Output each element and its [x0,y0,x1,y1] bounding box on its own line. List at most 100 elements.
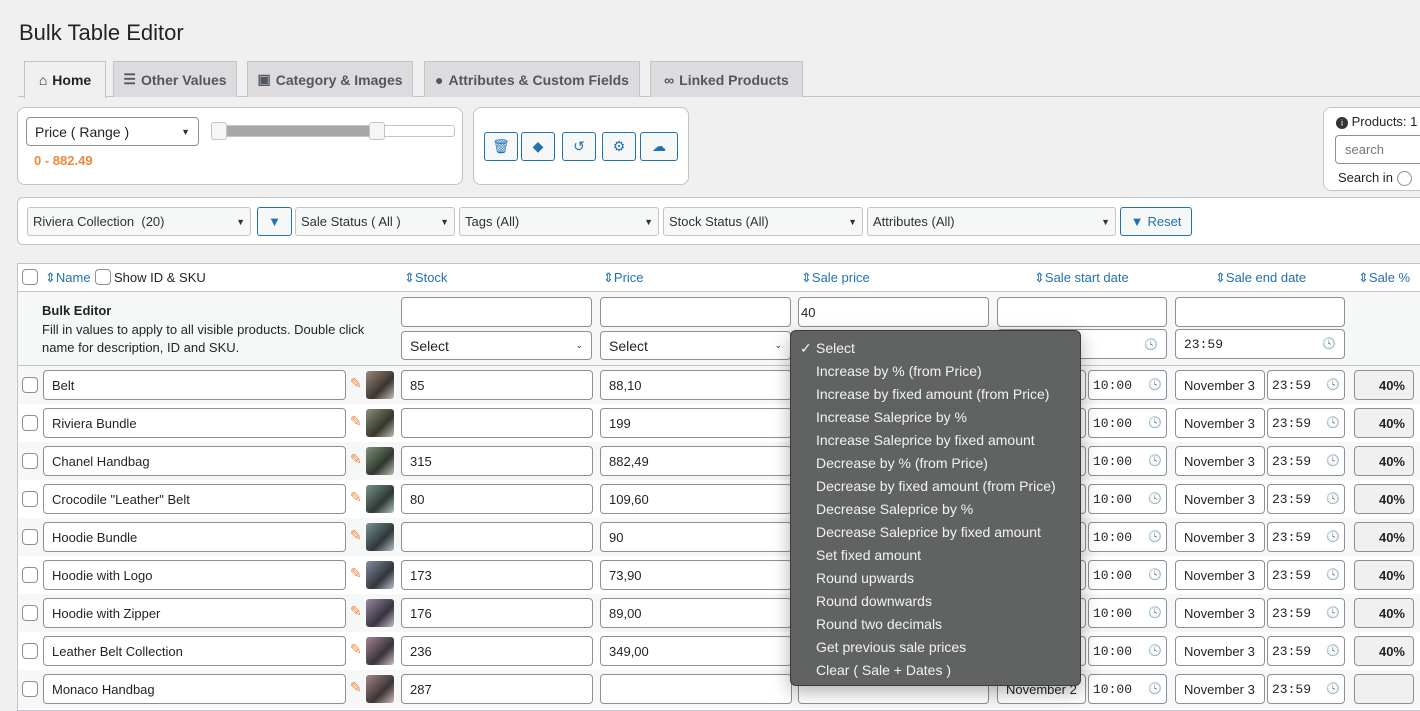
product-thumbnail[interactable] [366,599,394,627]
bulk-sale-end-input[interactable] [1175,297,1345,327]
sale-end-date[interactable]: November 3 [1175,522,1265,552]
product-name-input[interactable]: Belt [43,370,346,400]
sale-end-date[interactable]: November 3 [1175,408,1265,438]
sale-start-time[interactable]: 10:00 🕓 [1088,370,1167,400]
sort-sale-pct[interactable]: ⇕Sale % [1358,270,1410,286]
category-filter[interactable]: Riviera Collection (20) ▼ [27,207,251,236]
dropdown-option[interactable]: Increase Saleprice by % [791,406,1080,429]
sale-end-time[interactable]: 23:59 🕓 [1267,598,1345,628]
stock-status-filter[interactable]: Stock Status (All) ▼ [663,207,863,236]
dropdown-option[interactable]: Round downwards [791,590,1080,613]
stock-input[interactable]: 85 [401,370,593,400]
sale-start-time[interactable]: 10:00 🕓 [1088,522,1167,552]
reset-button[interactable]: ▼ Reset [1120,207,1192,236]
select-all-checkbox[interactable] [22,269,38,285]
row-checkbox[interactable] [22,415,38,431]
sort-stock[interactable]: ⇕Stock [404,270,447,286]
sort-sale-start[interactable]: ⇕Sale start date [1034,270,1129,286]
product-name-input[interactable]: Leather Belt Collection [43,636,346,666]
dropdown-option[interactable]: Increase by % (from Price) [791,360,1080,383]
sale-end-time[interactable]: 23:59 🕓 [1267,446,1345,476]
sale-end-time[interactable]: 23:59 🕓 [1267,370,1345,400]
sale-start-time[interactable]: 10:00 🕓 [1088,560,1167,590]
sale-status-filter[interactable]: Sale Status ( All ) ▼ [295,207,455,236]
product-name-input[interactable]: Hoodie Bundle [43,522,346,552]
edit-icon[interactable]: ✎ [350,527,362,544]
delete-button[interactable]: 🗑 [484,132,518,161]
tab-other-values[interactable]: ☰ Other Values [113,61,237,97]
sale-end-time[interactable]: 23:59 🕓 [1267,674,1345,704]
tab-attributes[interactable]: ● Attributes & Custom Fields [424,61,640,97]
sale-end-date[interactable]: November 3 [1175,598,1265,628]
row-checkbox[interactable] [22,567,38,583]
export-button[interactable]: ☁ [640,132,678,161]
price-input[interactable] [600,674,792,704]
dropdown-option[interactable]: Set fixed amount [791,544,1080,567]
show-id-sku-checkbox[interactable] [95,269,111,285]
price-input[interactable]: 73,90 [600,560,792,590]
product-name-input[interactable]: Hoodie with Logo [43,560,346,590]
product-thumbnail[interactable] [366,447,394,475]
tab-home[interactable]: ⌂ Home [24,61,106,98]
dropdown-option[interactable]: Decrease Saleprice by % [791,498,1080,521]
price-input[interactable]: 89,00 [600,598,792,628]
sale-start-time[interactable]: 10:00 🕓 [1088,408,1167,438]
bulk-sale-price-input[interactable]: 40 [798,297,989,327]
attributes-filter[interactable]: Attributes (All) ▼ [867,207,1116,236]
edit-icon[interactable]: ✎ [350,375,362,392]
product-name-input[interactable]: Hoodie with Zipper [43,598,346,628]
clear-button[interactable]: ◆ [521,132,555,161]
sale-end-time[interactable]: 23:59 🕓 [1267,408,1345,438]
row-checkbox[interactable] [22,491,38,507]
price-input[interactable]: 88,10 [600,370,792,400]
product-thumbnail[interactable] [366,637,394,665]
edit-icon[interactable]: ✎ [350,603,362,620]
product-thumbnail[interactable] [366,523,394,551]
sale-price-action-dropdown[interactable]: ✓ Select Increase by % (from Price) Increas… [790,330,1081,686]
bulk-stock-input[interactable] [401,297,592,327]
stock-input[interactable]: 315 [401,446,593,476]
dropdown-option[interactable]: ✓ Select [791,337,1080,360]
edit-icon[interactable]: ✎ [350,489,362,506]
product-thumbnail[interactable] [366,371,394,399]
sort-name[interactable]: ⇕Name [45,270,91,286]
edit-icon[interactable]: ✎ [350,451,362,468]
stock-input[interactable]: 80 [401,484,593,514]
product-name-input[interactable]: Crocodile "Leather" Belt [43,484,346,514]
bulk-stock-select[interactable]: Select ⌄ [401,331,592,360]
row-checkbox[interactable] [22,453,38,469]
row-checkbox[interactable] [22,605,38,621]
row-checkbox[interactable] [22,643,38,659]
filter-button[interactable]: ▼ [257,207,292,236]
dropdown-option[interactable]: Decrease by fixed amount (from Price) [791,475,1080,498]
dropdown-option[interactable]: Get previous sale prices [791,636,1080,659]
sort-sale-end[interactable]: ⇕Sale end date [1215,270,1306,286]
slider-handle-max[interactable] [368,122,385,140]
price-input[interactable]: 90 [600,522,792,552]
product-thumbnail[interactable] [366,675,394,703]
product-thumbnail[interactable] [366,485,394,513]
bulk-end-time[interactable]: 23:59 🕓 [1175,329,1345,359]
price-input[interactable]: 109,60 [600,484,792,514]
row-checkbox[interactable] [22,377,38,393]
stock-input[interactable]: 176 [401,598,593,628]
dropdown-option[interactable]: Clear ( Sale + Dates ) [791,659,1080,682]
product-thumbnail[interactable] [366,561,394,589]
search-input[interactable] [1335,135,1420,164]
dropdown-option[interactable]: Decrease Saleprice by fixed amount [791,521,1080,544]
stock-input[interactable]: 287 [401,674,593,704]
product-thumbnail[interactable] [366,409,394,437]
sale-end-date[interactable]: November 3 [1175,446,1265,476]
tab-category-images[interactable]: ▣ Category & Images [247,61,413,97]
edit-icon[interactable]: ✎ [350,565,362,582]
sort-price[interactable]: ⇕Price [603,270,644,286]
product-name-input[interactable]: Chanel Handbag [43,446,346,476]
sale-end-date[interactable]: November 3 [1175,484,1265,514]
tags-filter[interactable]: Tags (All) ▼ [459,207,659,236]
slider-handle-min[interactable] [211,122,227,140]
sale-end-date[interactable]: November 3 [1175,674,1265,704]
row-checkbox[interactable] [22,681,38,697]
sale-end-time[interactable]: 23:59 🕓 [1267,522,1345,552]
stock-input[interactable]: 173 [401,560,593,590]
range-slider[interactable] [211,122,455,140]
